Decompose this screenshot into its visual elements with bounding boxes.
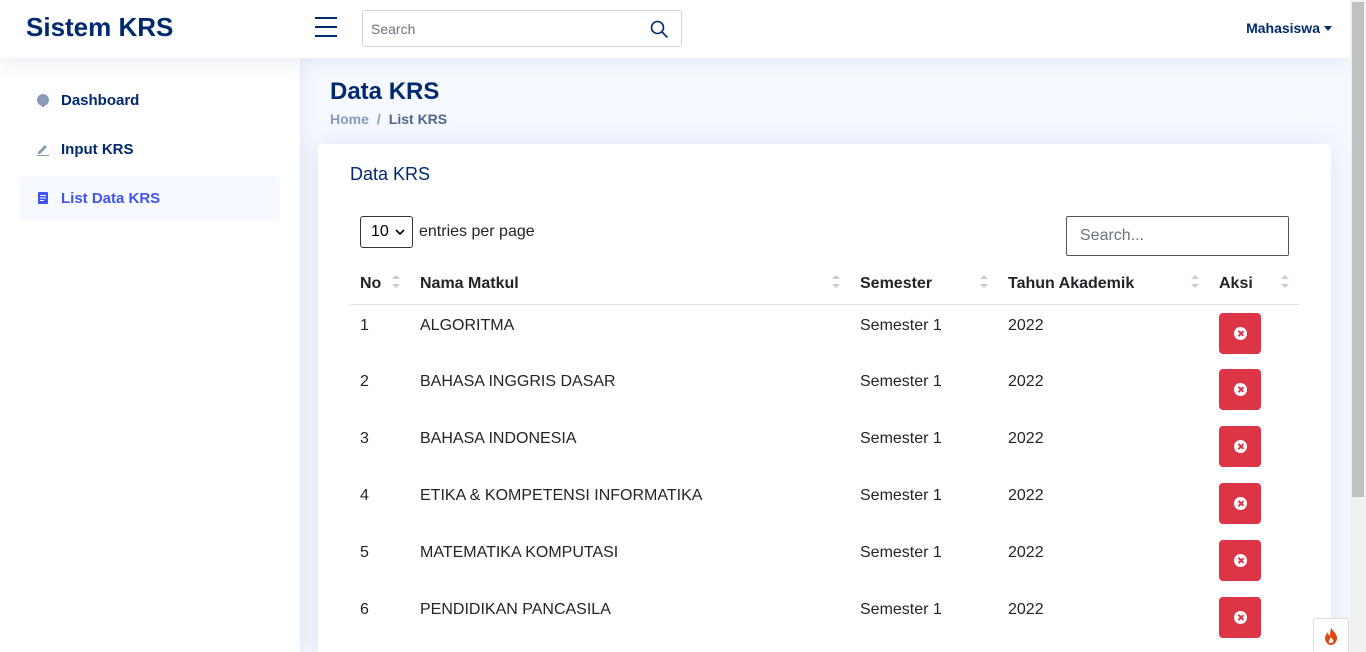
table-row: 3 BAHASA INDONESIA Semester 1 2022 (350, 418, 1299, 475)
cell-tahun: 2022 (1008, 544, 1044, 561)
header-search-form (362, 10, 682, 47)
cell-matkul: BAHASA INGGRIS DASAR (420, 373, 616, 390)
delete-button[interactable] (1219, 426, 1261, 467)
page-title: Data KRS (330, 78, 440, 105)
cell-no: 1 (360, 316, 369, 334)
breadcrumb-current: List KRS (388, 111, 448, 127)
sidebar-item-label: Dashboard (61, 91, 140, 109)
sort-icon (832, 275, 840, 295)
cell-tahun: 2022 (1008, 601, 1044, 618)
cell-matkul: PENDIDIKAN PANCASILA (420, 601, 611, 618)
dashboard-icon (36, 93, 50, 107)
sort-icon (980, 275, 988, 295)
document-icon (36, 191, 50, 205)
sidebar-item-input-krs[interactable]: Input KRS (20, 127, 280, 171)
cell-matkul: ALGORITMA (420, 316, 515, 334)
sidebar-toggle-button[interactable] (315, 17, 337, 37)
cell-semester: Semester 1 (860, 487, 942, 504)
close-circle-icon (1233, 554, 1247, 567)
cell-semester: Semester 1 (860, 430, 942, 447)
cell-semester: Semester 1 (860, 601, 942, 618)
cell-no: 3 (360, 430, 369, 447)
cell-no: 2 (360, 373, 369, 390)
column-header-nama-matkul[interactable]: Nama Matkul (410, 264, 850, 305)
sort-icon (1191, 275, 1199, 295)
user-dropdown[interactable]: Mahasiswa (1246, 20, 1332, 36)
cell-matkul: MATEMATIKA KOMPUTASI (420, 544, 619, 561)
debug-toolbar-button[interactable] (1313, 618, 1349, 652)
entries-control: 10 entries per page (360, 216, 535, 248)
close-circle-icon (1233, 326, 1247, 340)
page-title-block: Data KRS Home / List KRS (330, 78, 447, 127)
top-header: Sistem KRS Mahasiswa (0, 0, 1350, 58)
table-row: 1 ALGORITMA Semester 1 2022 (350, 304, 1299, 361)
cell-tahun: 2022 (1008, 373, 1044, 390)
cell-semester: Semester 1 (860, 316, 942, 334)
search-icon[interactable] (649, 19, 669, 39)
app-logo[interactable]: Sistem KRS (26, 12, 173, 43)
table-row: 2 BAHASA INGGRIS DASAR Semester 1 2022 (350, 361, 1299, 418)
cell-matkul: BAHASA INDONESIA (420, 430, 577, 447)
sidebar-item-label: List Data KRS (61, 189, 161, 207)
pencil-icon (36, 142, 50, 156)
breadcrumb-separator: / (376, 111, 381, 127)
close-circle-icon (1233, 440, 1247, 453)
breadcrumb-home[interactable]: Home (330, 111, 369, 127)
cell-no: 4 (360, 487, 369, 504)
entries-label: entries per page (419, 223, 535, 240)
delete-button[interactable] (1219, 312, 1261, 354)
delete-button[interactable] (1219, 540, 1261, 581)
cell-tahun: 2022 (1008, 430, 1044, 447)
krs-table: No Nama Matkul Semester Tahun Akademik A… (350, 264, 1299, 646)
table-header-row: No Nama Matkul Semester Tahun Akademik A… (350, 264, 1299, 305)
hamburger-icon (315, 17, 337, 19)
caret-down-icon (1324, 26, 1332, 31)
cell-no: 6 (360, 601, 369, 618)
entries-value: 10 (371, 223, 389, 240)
cell-matkul: ETIKA & KOMPETENSI INFORMATIKA (420, 487, 703, 504)
delete-button[interactable] (1219, 597, 1261, 638)
column-header-tahun-akademik[interactable]: Tahun Akademik (998, 264, 1209, 305)
close-circle-icon (1233, 497, 1247, 510)
column-header-semester[interactable]: Semester (850, 264, 998, 305)
chevron-down-icon (395, 229, 405, 236)
table-row: 4 ETIKA & KOMPETENSI INFORMATIKA Semeste… (350, 475, 1299, 532)
cell-semester: Semester 1 (860, 373, 942, 390)
scrollbar-thumb[interactable] (1352, 2, 1364, 497)
table-row: 6 PENDIDIKAN PANCASILA Semester 1 2022 (350, 589, 1299, 646)
page-scrollbar[interactable] (1350, 0, 1366, 652)
sort-icon (392, 275, 400, 295)
sidebar-item-list-data-krs[interactable]: List Data KRS (20, 176, 280, 220)
cell-tahun: 2022 (1008, 316, 1044, 334)
table-row: 5 MATEMATIKA KOMPUTASI Semester 1 2022 (350, 532, 1299, 589)
sort-icon (1281, 275, 1289, 295)
column-header-aksi[interactable]: Aksi (1209, 264, 1299, 305)
close-circle-icon (1233, 383, 1247, 396)
cell-no: 5 (360, 544, 369, 561)
sidebar-item-dashboard[interactable]: Dashboard (20, 78, 280, 122)
sidebar-item-label: Input KRS (61, 140, 134, 158)
user-label: Mahasiswa (1246, 20, 1320, 36)
card-title: Data KRS (350, 164, 431, 184)
entries-per-page-select[interactable]: 10 (360, 216, 413, 248)
flame-icon (1325, 626, 1337, 645)
delete-button[interactable] (1219, 483, 1261, 524)
krs-card: Data KRS 10 entries per page No Nama Mat… (318, 144, 1331, 652)
table-search-input[interactable] (1066, 216, 1289, 256)
column-header-no[interactable]: No (350, 264, 410, 305)
delete-button[interactable] (1219, 369, 1261, 410)
cell-semester: Semester 1 (860, 544, 942, 561)
breadcrumb: Home / List KRS (330, 111, 447, 127)
cell-tahun: 2022 (1008, 487, 1044, 504)
header-search-input[interactable] (363, 11, 643, 46)
close-circle-icon (1233, 611, 1247, 624)
sidebar: Dashboard Input KRS List Data KRS (0, 58, 300, 652)
